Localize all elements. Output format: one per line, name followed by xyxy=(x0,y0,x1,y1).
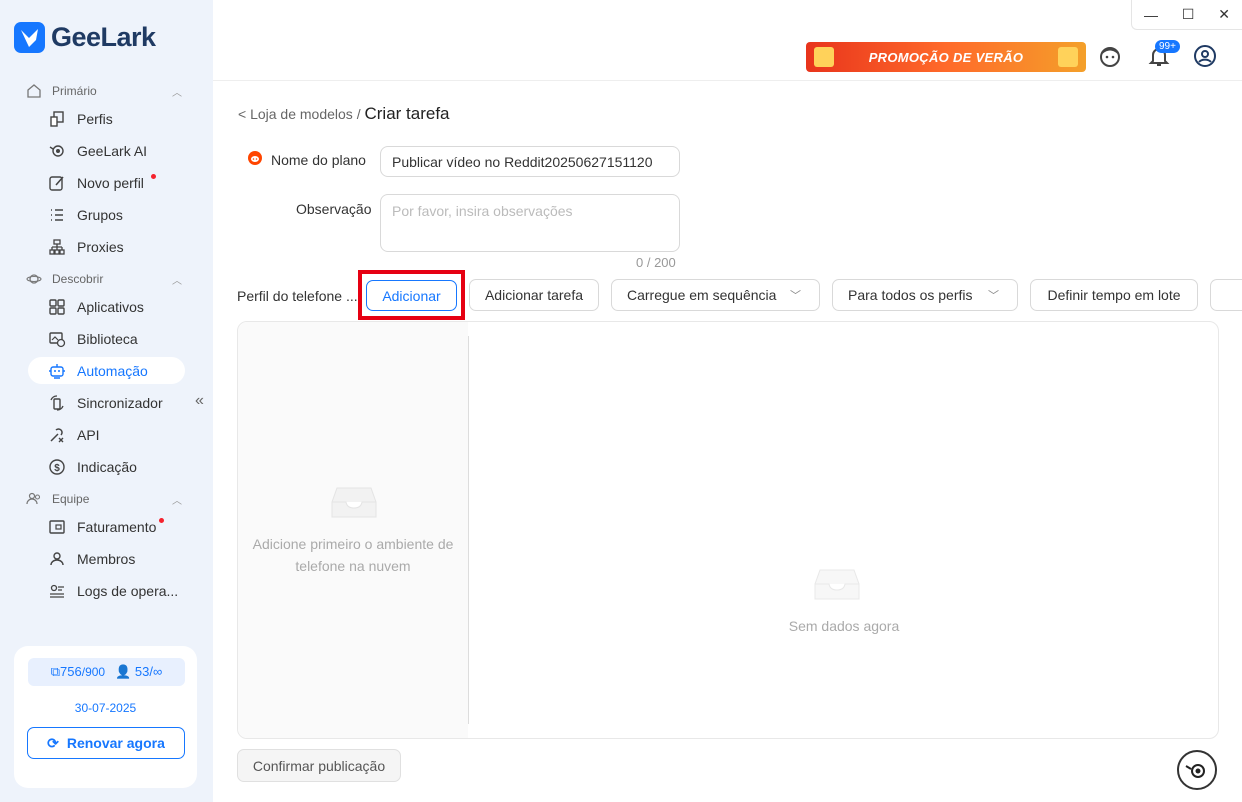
apply-to-select[interactable]: Para todos os perfis ﹀ xyxy=(832,279,1018,311)
chevron-up-icon: ︿ xyxy=(172,495,182,507)
dollar-circle-icon: $ xyxy=(49,458,65,475)
apps-grid-icon xyxy=(49,298,65,315)
empty-inbox-icon xyxy=(331,487,377,518)
member-quota: 👤 53/∞ xyxy=(115,664,163,679)
empty-profiles-text: Adicione primeiro o ambiente de telefone… xyxy=(252,536,454,574)
list-icon xyxy=(51,208,63,221)
sidebar-item-api[interactable]: API xyxy=(28,421,185,448)
profile-quota: ⧉756/900 xyxy=(50,664,106,679)
logs-icon xyxy=(50,584,64,598)
home-icon xyxy=(27,84,41,98)
section-primario-header[interactable]: Primário ︿ xyxy=(26,83,182,99)
chevron-down-icon: ﹀ xyxy=(790,290,801,302)
close-button[interactable]: ✕ xyxy=(1218,6,1230,23)
sidebar-item-novo-perfil[interactable]: Novo perfil xyxy=(28,169,185,196)
chevron-up-icon: ︿ xyxy=(172,275,182,287)
gift-icon xyxy=(814,47,834,67)
gift-icon xyxy=(1058,47,1078,67)
minimize-button[interactable]: — xyxy=(1144,7,1158,23)
phone-profile-label: Perfil do telefone ... xyxy=(237,288,358,304)
notification-dot xyxy=(151,174,156,179)
profiles-quota-icon: ⧉ xyxy=(50,664,61,679)
notification-dot xyxy=(159,518,164,523)
sidebar-item-biblioteca[interactable]: Biblioteca xyxy=(28,325,185,352)
batch-time-button[interactable]: Definir tempo em lote xyxy=(1030,279,1198,311)
ai-assistant-button[interactable] xyxy=(1177,750,1217,790)
window-controls: — ☐ ✕ xyxy=(1131,0,1242,30)
notes-textarea[interactable] xyxy=(380,194,680,252)
eye-assistant-icon xyxy=(1185,764,1205,778)
sidebar: GeeLark Primário ︿ Perfis GeeLark AI Nov… xyxy=(0,0,213,802)
empty-inbox-icon xyxy=(814,569,860,600)
sidebar-item-indicacao[interactable]: $ Indicação xyxy=(28,453,185,480)
sidebar-item-sincronizador[interactable]: Sincronizador xyxy=(28,389,185,416)
reddit-icon xyxy=(248,151,262,165)
confirm-publish-button[interactable]: Confirmar publicação xyxy=(237,749,401,782)
section-equipe-header[interactable]: Equipe ︿ xyxy=(26,491,182,507)
chevron-down-icon: ﹀ xyxy=(988,290,999,302)
sidebar-item-automacao[interactable]: Automação xyxy=(28,357,185,384)
eye-ai-icon xyxy=(49,144,64,157)
quota-summary: ⧉756/900 👤 53/∞ xyxy=(28,658,185,686)
breadcrumb: < Loja de modelos / Criar tarefa xyxy=(238,104,450,123)
highlight-box xyxy=(358,270,465,320)
plan-name-label: Nome do plano xyxy=(271,152,366,168)
svg-text:$: $ xyxy=(54,463,60,474)
geelark-logo-icon xyxy=(14,22,45,53)
upload-mode-select[interactable]: Carregue em sequência ﹀ xyxy=(611,279,820,311)
sidebar-item-aplicativos[interactable]: Aplicativos xyxy=(28,293,185,320)
empty-tasks-text: Sem dados agora xyxy=(788,618,900,634)
team-icon xyxy=(26,492,41,505)
maximize-button[interactable]: ☐ xyxy=(1182,6,1195,23)
sidebar-item-faturamento[interactable]: Faturamento xyxy=(28,513,185,540)
app-logo[interactable]: GeeLark xyxy=(14,22,156,53)
panel-divider xyxy=(468,336,469,724)
sidebar-item-logs[interactable]: Logs de opera... xyxy=(28,577,185,604)
profiles-list xyxy=(238,322,468,738)
refresh-icon: ⟳ xyxy=(47,734,59,751)
chevron-up-icon: ︿ xyxy=(172,87,182,99)
sidebar-item-proxies[interactable]: Proxies xyxy=(28,233,185,260)
member-quota-icon: 👤 xyxy=(115,664,132,679)
wallet-icon xyxy=(49,519,65,534)
account-icon[interactable] xyxy=(1193,44,1217,68)
network-icon xyxy=(49,238,65,255)
notes-label: Observação xyxy=(296,201,372,217)
profiles-icon xyxy=(50,110,64,127)
sidebar-item-membros[interactable]: Membros xyxy=(28,545,185,572)
planet-icon xyxy=(26,274,42,284)
topbar: — ☐ ✕ PROMOÇÃO DE VERÃO 99+ xyxy=(213,0,1242,81)
sync-devices-icon xyxy=(50,394,64,411)
expiry-date: 30-07-2025 xyxy=(74,701,137,715)
robot-icon xyxy=(49,363,65,379)
sidebar-item-perfis[interactable]: Perfis xyxy=(28,105,185,132)
add-task-button[interactable]: Adicionar tarefa xyxy=(469,279,599,311)
collapse-sidebar-icon[interactable]: « xyxy=(195,392,204,410)
summer-promo-banner[interactable]: PROMOÇÃO DE VERÃO xyxy=(806,42,1086,72)
library-icon xyxy=(49,331,66,347)
quota-card: ⧉756/900 👤 53/∞ 30-07-2025 ⟳ Renovar ago… xyxy=(14,646,197,788)
plan-name-input[interactable] xyxy=(380,146,680,177)
breadcrumb-back-link[interactable]: < Loja de modelos xyxy=(238,106,353,122)
sidebar-item-geelark-ai[interactable]: GeeLark AI xyxy=(28,137,185,164)
notifications-badge: 99+ xyxy=(1155,40,1180,53)
section-descobrir-header[interactable]: Descobrir ︿ xyxy=(26,271,182,287)
profiles-task-panel: Adicione primeiro o ambiente de telefone… xyxy=(237,321,1219,739)
more-toolbar-button[interactable] xyxy=(1210,279,1242,311)
user-icon xyxy=(50,551,64,565)
notes-char-counter: 0 / 200 xyxy=(636,255,676,270)
api-icon xyxy=(50,427,64,442)
app-name: GeeLark xyxy=(51,22,156,52)
support-avatar-icon[interactable] xyxy=(1098,44,1122,68)
edit-icon xyxy=(49,175,64,191)
renew-button[interactable]: ⟳ Renovar agora xyxy=(27,727,185,759)
page-title: Criar tarefa xyxy=(364,104,450,123)
sidebar-item-grupos[interactable]: Grupos xyxy=(28,201,185,228)
